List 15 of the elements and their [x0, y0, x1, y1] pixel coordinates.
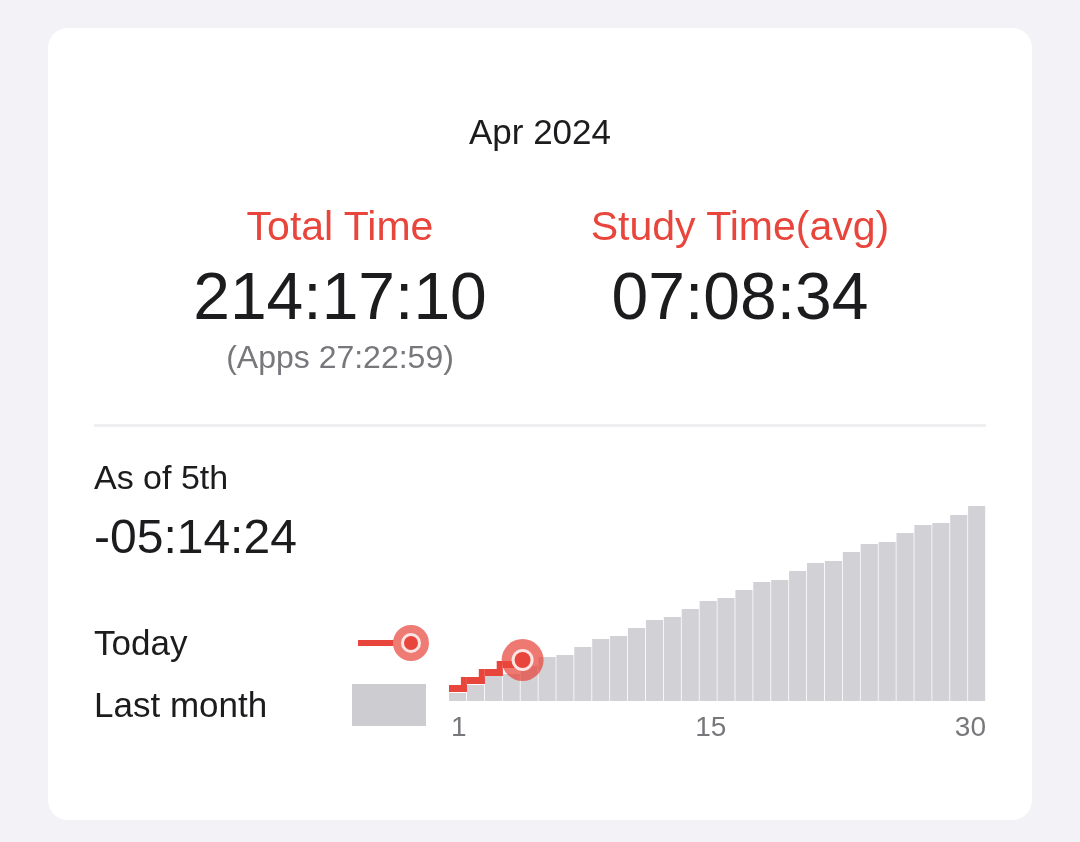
as-of-label: As of 5th [94, 457, 230, 497]
stat-value: 214:17:10 [193, 258, 487, 335]
line-marker-icon [358, 625, 432, 661]
swatch-icon [352, 684, 426, 726]
axis-tick-label: 30 [954, 711, 986, 743]
stat-label: Total Time [246, 202, 434, 250]
difference-value: -05:14:24 [94, 509, 298, 565]
axis-tick-label: 1 [451, 711, 467, 743]
stat-label: Study Time(avg) [590, 202, 890, 250]
apps-time-note: (Apps 27:22:59) [226, 338, 454, 376]
legend-label: Today [94, 623, 189, 663]
axis-tick-label: 15 [695, 711, 727, 743]
stat-value: 07:08:34 [611, 258, 869, 335]
month-title: Apr 2024 [467, 111, 613, 152]
legend-label: Last month [94, 685, 269, 725]
